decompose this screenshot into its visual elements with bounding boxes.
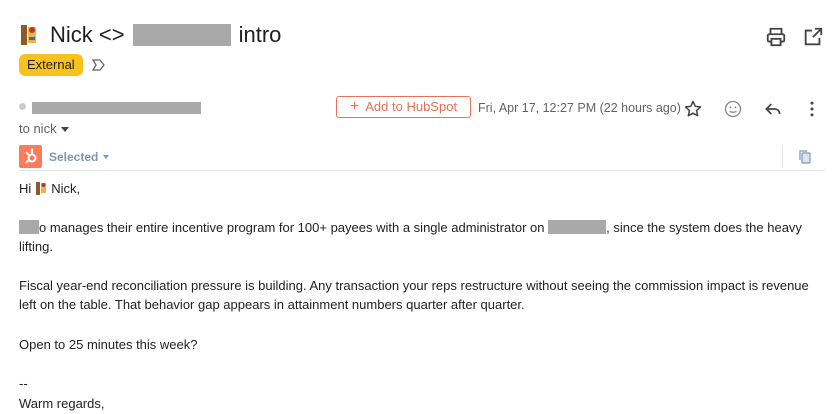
greeting: Hi Nick, — [19, 179, 80, 198]
hubspot-selected-dropdown[interactable]: Selected — [49, 149, 110, 165]
subject-redaction — [132, 24, 231, 46]
chevron-down-icon[interactable] — [60, 126, 69, 132]
greeting-name: Nick, — [51, 181, 81, 196]
reply-icon[interactable] — [763, 99, 783, 119]
toolbar-divider — [782, 146, 783, 168]
print-icon[interactable] — [765, 26, 787, 48]
greeting-prefix: Hi — [19, 181, 32, 196]
signature-closing: Warm regards, — [19, 396, 105, 411]
star-icon[interactable] — [683, 99, 703, 119]
emoji-reaction-icon[interactable] — [723, 99, 743, 119]
body-paragraph-1: o manages their entire incentive program… — [19, 218, 819, 256]
chevron-down-icon — [103, 155, 110, 159]
signature-separator: -- — [19, 376, 28, 391]
add-to-hubspot-label: Add to HubSpot — [365, 99, 458, 114]
email-date: Fri, Apr 17, 12:27 PM (22 hours ago) — [478, 101, 681, 115]
open-in-new-window-icon[interactable] — [802, 26, 824, 48]
add-to-hubspot-button[interactable]: + Add to HubSpot — [336, 96, 471, 118]
plus-icon: + — [349, 98, 360, 115]
recipient-line[interactable]: to nick — [19, 121, 69, 137]
body-paragraph-3: Open to 25 minutes this week? — [19, 337, 198, 352]
copy-icon[interactable] — [797, 149, 813, 165]
paragraph-1-middle: o manages their entire incentive program… — [39, 220, 545, 235]
company-redaction — [19, 220, 39, 234]
label-important-arrow-icon[interactable] — [90, 57, 106, 73]
subject-text-start: Nick <> — [50, 22, 125, 47]
product-redaction — [548, 220, 607, 234]
hubspot-toolbar — [19, 144, 825, 171]
subject-text-end: intro — [238, 22, 282, 47]
recipient-text: to nick — [19, 121, 57, 136]
sender-presence-dot — [19, 103, 26, 110]
sender-name-redaction — [32, 102, 201, 114]
more-vertical-icon[interactable] — [802, 99, 822, 119]
hubspot-selected-label: Selected — [49, 150, 99, 164]
external-label-badge[interactable]: External — [19, 54, 83, 76]
subject-emoji-icon — [21, 25, 36, 45]
hubspot-logo-icon — [19, 145, 42, 168]
email-subject: Nick <> intro — [50, 20, 281, 50]
greeting-emoji-icon — [36, 182, 47, 195]
body-paragraph-2: Fiscal year-end reconciliation pressure … — [19, 278, 809, 312]
